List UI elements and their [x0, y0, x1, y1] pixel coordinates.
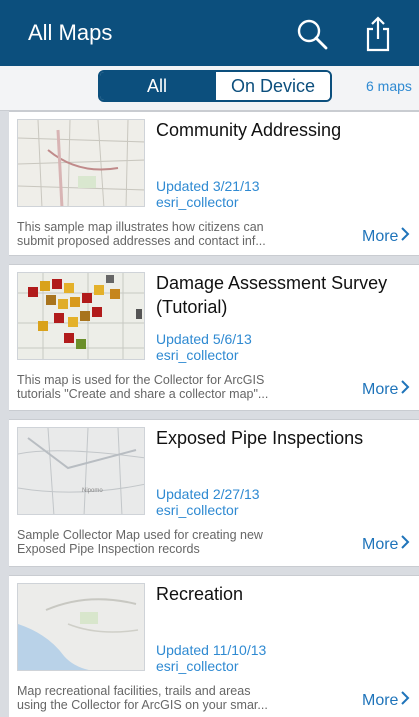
map-updated-date: Updated 11/10/13	[156, 642, 267, 658]
maps-count-label: 6 maps	[366, 78, 412, 94]
map-description-line-2: tutorials "Create and share a collector …	[17, 387, 269, 401]
more-label: More	[362, 228, 399, 245]
more-button[interactable]: More	[362, 225, 410, 246]
filter-all-label: All	[146, 75, 167, 96]
map-description: This sample map illustrates how citizens…	[17, 220, 357, 248]
map-updated-date: Updated 3/21/13	[156, 178, 260, 194]
chevron-right-icon	[400, 690, 410, 711]
map-description-line-1: This map is used for the Collector for A…	[17, 373, 265, 387]
map-updated-date: Updated 5/6/13	[156, 331, 252, 347]
map-thumbnail	[17, 583, 145, 671]
more-label: More	[362, 536, 399, 553]
map-card-community-addressing[interactable]: Community Addressing Updated 3/21/13 esr…	[9, 111, 419, 256]
map-description-line-1: This sample map illustrates how citizens…	[17, 220, 264, 234]
filter-on-device-button[interactable]: On Device	[214, 72, 330, 100]
map-owner: esri_collector	[156, 658, 239, 674]
nav-title: All Maps	[28, 20, 113, 45]
more-button[interactable]: More	[362, 689, 410, 710]
map-owner: esri_collector	[156, 194, 239, 210]
map-card-exposed-pipe-inspections[interactable]: Nipomo Exposed Pipe Inspections Updated …	[9, 419, 419, 567]
map-description: This map is used for the Collector for A…	[17, 373, 357, 401]
map-thumbnail: Nipomo	[17, 427, 145, 515]
more-button[interactable]: More	[362, 378, 410, 399]
map-description-line-2: using the Collector for ArcGIS on your s…	[17, 698, 268, 712]
share-icon[interactable]	[358, 14, 398, 54]
map-filter-segmented-control[interactable]: All On Device	[98, 70, 332, 102]
map-description-line-1: Map recreational facilities, trails and …	[17, 684, 251, 698]
map-updated-date: Updated 2/27/13	[156, 486, 260, 502]
filter-bar: All On Device 6 maps	[0, 66, 419, 111]
map-description-line-2: submit proposed addresses and contact in…	[17, 234, 266, 248]
map-description-line-1: Sample Collector Map used for creating n…	[17, 528, 263, 542]
map-owner: esri_collector	[156, 347, 239, 363]
svg-text:Nipomo: Nipomo	[82, 488, 103, 494]
chevron-right-icon	[400, 379, 410, 400]
map-title: Exposed Pipe Inspections	[156, 428, 364, 448]
map-thumbnail	[17, 119, 145, 207]
map-card-recreation[interactable]: Recreation Updated 11/10/13 esri_collect…	[9, 575, 419, 717]
filter-all-button[interactable]: All	[100, 72, 214, 100]
nav-bar: All Maps	[0, 0, 419, 66]
more-label: More	[362, 381, 399, 398]
search-icon[interactable]	[292, 14, 332, 54]
chevron-right-icon	[400, 534, 410, 555]
more-button[interactable]: More	[362, 533, 410, 554]
map-description-line-2: Exposed Pipe Inspection records	[17, 542, 200, 556]
map-title: Community Addressing	[156, 120, 342, 140]
map-description: Sample Collector Map used for creating n…	[17, 528, 357, 556]
map-card-damage-assessment[interactable]: Damage Assessment Survey (Tutorial) Upda…	[9, 264, 419, 411]
chevron-right-icon	[400, 226, 410, 247]
filter-on-device-label: On Device	[230, 75, 316, 96]
map-title: Recreation	[156, 584, 244, 604]
map-title: Damage Assessment Survey (Tutorial)	[156, 273, 388, 317]
map-description: Map recreational facilities, trails and …	[17, 684, 357, 712]
map-thumbnail	[17, 272, 145, 360]
more-label: More	[362, 692, 399, 709]
map-owner: esri_collector	[156, 502, 239, 518]
